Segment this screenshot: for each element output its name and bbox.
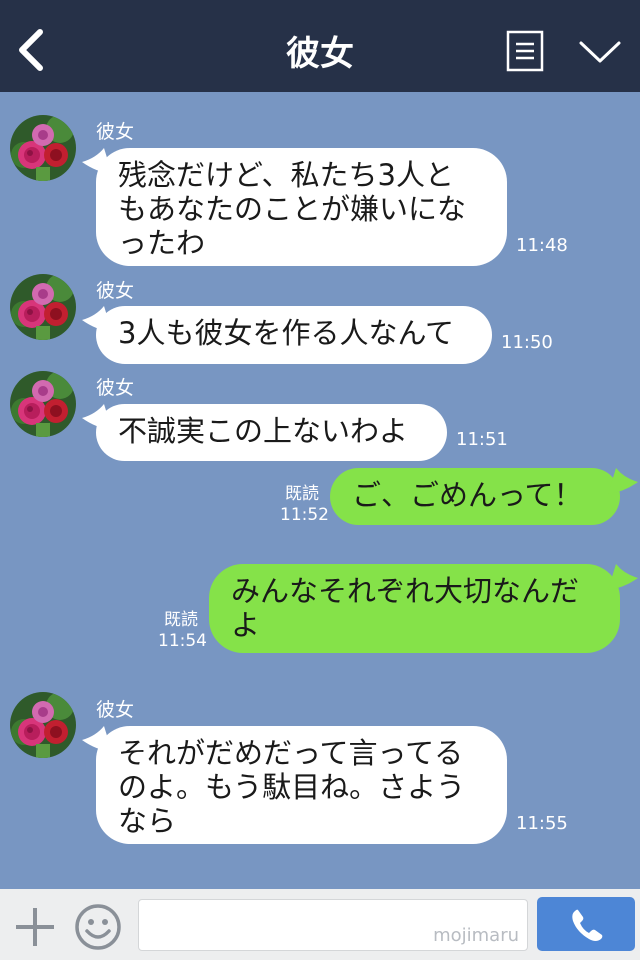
menu-icon[interactable] [506,30,544,72]
message-bubble[interactable]: ご、ごめんって！ [330,468,620,525]
message-bubble[interactable]: みんなそれぞれ大切なんだ よ [209,564,620,653]
message-bubble[interactable]: 残念だけど、私たち3人と もあなたのことが嫌いにな ったわ [96,148,507,266]
message-time: 11:51 [456,429,508,450]
bubble-tail [608,468,638,494]
avatar[interactable] [10,115,76,181]
message-input[interactable]: mojimaru [138,899,528,951]
phone-icon [572,909,603,941]
plus-icon[interactable] [14,906,56,948]
emoji-icon[interactable] [74,903,122,951]
input-bar: mojimaru [0,889,640,960]
message-time: 11:48 [516,235,568,256]
avatar[interactable] [10,692,76,758]
avatar[interactable] [10,371,76,437]
sender-name: 彼女 [96,121,135,143]
message-bubble[interactable]: それがだめだって言ってる のよ。もう駄目ね。さよう なら [96,726,507,844]
bubble-tail [608,564,638,590]
sender-name: 彼女 [96,699,135,721]
read-receipt: 既読 11:52 [280,484,329,525]
avatar[interactable] [10,274,76,340]
sender-name: 彼女 [96,280,135,302]
chevron-down-icon[interactable] [578,38,622,66]
message-time: 11:50 [501,332,553,353]
read-receipt: 既読 11:54 [158,610,207,651]
message-bubble[interactable]: 不誠実この上ないわよ [96,404,447,461]
sender-name: 彼女 [96,377,135,399]
call-button[interactable] [537,897,635,951]
message-bubble[interactable]: 3人も彼女を作る人なんて [96,306,492,364]
chat-header: 彼女 [0,0,640,92]
message-time: 11:55 [516,813,568,834]
watermark-text: mojimaru [433,925,519,946]
chat-title: 彼女 [286,34,354,74]
